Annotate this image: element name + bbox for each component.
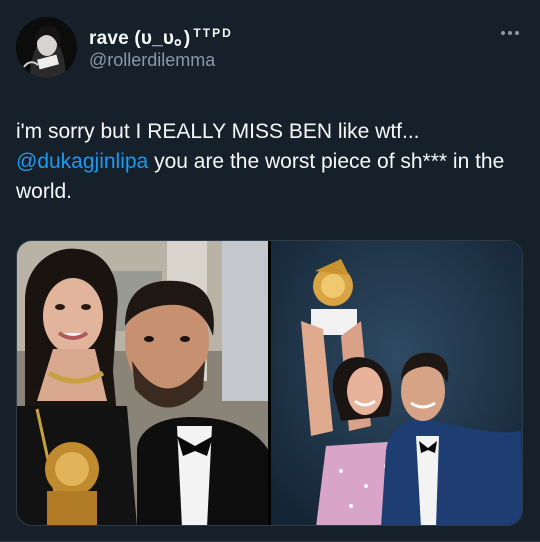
media-grid (16, 240, 523, 526)
display-name-text: rave (υ_υ。) (89, 28, 191, 49)
tweet-text: i'm sorry but I REALLY MISS BEN like wtf… (16, 117, 531, 207)
mention-link[interactable]: @dukagjinlipa (16, 150, 148, 173)
photo-2-image (271, 241, 522, 525)
user-handle[interactable]: @rollerdilemma (89, 50, 215, 71)
tweet-text-before: i'm sorry but I REALLY MISS BEN like wtf… (16, 120, 420, 143)
avatar-image (16, 17, 77, 78)
dot (508, 31, 512, 35)
avatar[interactable] (16, 17, 77, 78)
display-name[interactable]: rave (υ_υ。) TTPD (89, 23, 233, 50)
media-photo-2[interactable] (271, 241, 522, 525)
media-photo-1[interactable] (17, 241, 268, 525)
photo-1-image (17, 241, 268, 525)
dot (515, 31, 519, 35)
dot (501, 31, 505, 35)
more-horizontal-icon[interactable] (498, 27, 522, 39)
display-name-suffix: TTPD (193, 25, 233, 40)
